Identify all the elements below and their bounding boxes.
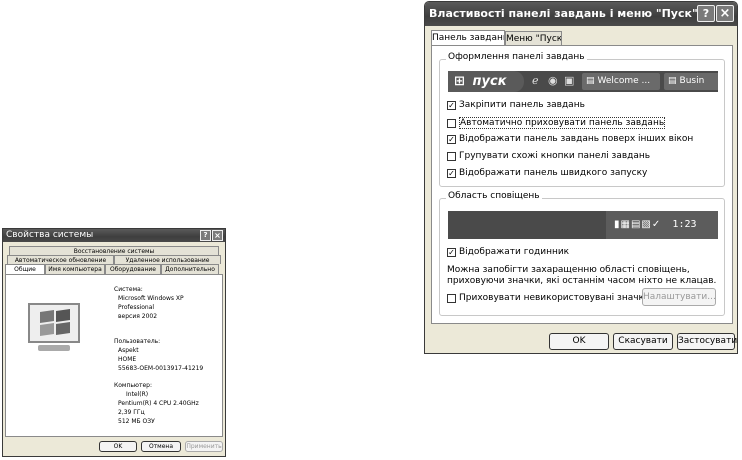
document-icon: ▤ — [668, 76, 677, 86]
lock-taskbar-checkbox[interactable]: ✓ Закріпити панель завдань — [447, 100, 585, 110]
computer-line: Pentium(R) 4 CPU 2.40GHz — [118, 400, 199, 407]
checkbox-box[interactable]: ✓ — [447, 100, 456, 110]
browser-icon: ℯ — [532, 74, 539, 87]
messenger-icon: ▣ — [564, 74, 575, 87]
document-icon: ▤ — [586, 76, 595, 86]
monitor-stand — [38, 345, 70, 351]
notification-description: Можна запобігти захаращенню області спов… — [447, 265, 717, 286]
user-line: 55683-OEM-0013917-41219 — [118, 365, 204, 372]
tray-preview: ▮▦▤▧✓ 1:23 — [448, 211, 718, 239]
checkbox-box[interactable] — [447, 118, 456, 128]
user-line: Aspekt — [118, 347, 139, 354]
appearance-group: Оформлення панелі завдань ⊞ пуск ℯ ◉ ▣ ▤… — [439, 52, 725, 187]
quick-launch-checkbox[interactable]: ✓ Відображати панель швидкого запуску — [447, 168, 647, 178]
taskbar-preview: ⊞ пуск ℯ ◉ ▣ ▤ Welcome ... ▤ Busin — [448, 71, 718, 92]
ok-button[interactable]: OK — [549, 333, 609, 350]
help-button[interactable]: ? — [200, 230, 211, 241]
computer-line: Intel(R) — [126, 391, 149, 398]
system-line: Professional — [118, 304, 155, 311]
customize-button[interactable]: Налаштувати... — [642, 288, 716, 306]
system-line: Microsoft Windows XP — [118, 295, 184, 302]
checkbox-box[interactable]: ✓ — [447, 134, 456, 144]
notification-group: Область сповіщень ▮▦▤▧✓ 1:23 ✓ Відображат… — [439, 191, 725, 316]
checkbox-box[interactable]: ✓ — [447, 168, 456, 178]
start-button-preview: ⊞ пуск — [448, 71, 524, 92]
title-bar: Властивості панелі завдань і меню "Пуск" — [425, 2, 737, 26]
computer-line: 512 МБ ОЗУ — [118, 418, 155, 425]
taskbar-panel: Оформлення панелі завдань ⊞ пуск ℯ ◉ ▣ ▤… — [431, 45, 733, 324]
tab-advanced[interactable]: Дополнительно — [161, 264, 219, 274]
show-clock-checkbox[interactable]: ✓ Відображати годинник — [447, 247, 569, 257]
user-line: HOME — [118, 356, 137, 363]
close-button[interactable]: × — [212, 230, 223, 241]
tab-remote[interactable]: Удаленное использование — [114, 255, 221, 264]
tab-automatic-updates[interactable]: Автоматическое обновление — [7, 255, 114, 264]
tab-start-menu[interactable]: Меню "Пуск" — [505, 31, 562, 46]
user-heading: Пользователь: — [114, 338, 161, 345]
tray-area: ▮▦▤▧✓ 1:23 — [606, 211, 718, 239]
task-button-preview: ▤ Busin — [664, 73, 718, 90]
checkbox-box[interactable] — [447, 151, 456, 161]
tray-icons: ▮▦▤▧✓ — [614, 219, 662, 230]
start-label: пуск — [472, 74, 507, 89]
apply-button[interactable]: Застосувати — [677, 333, 737, 350]
system-heading: Система: — [114, 286, 143, 293]
autohide-checkbox[interactable]: Автоматично приховувати панель завдань — [447, 117, 666, 129]
tab-general[interactable]: Общие — [5, 264, 45, 274]
checkbox-box[interactable]: ✓ — [447, 247, 456, 257]
group-buttons-checkbox[interactable]: Групувати схожі кнопки панелі завдань — [447, 151, 650, 161]
windows-flag-icon: ⊞ — [454, 74, 465, 89]
tab-taskbar[interactable]: Панель завдань — [431, 30, 505, 46]
media-icon: ◉ — [548, 74, 558, 87]
computer-heading: Компьютер: — [114, 382, 152, 389]
clock-label: 1:23 — [672, 219, 697, 230]
apply-button[interactable]: Применить — [185, 441, 223, 452]
tab-system-restore[interactable]: Восстановление системы — [9, 246, 219, 255]
windows-logo-icon — [28, 303, 80, 343]
tab-computer-name[interactable]: Имя компьютера — [45, 264, 105, 274]
system-line: версия 2002 — [118, 313, 158, 320]
cancel-button[interactable]: Скасувати — [613, 333, 673, 350]
checkbox-box[interactable] — [447, 293, 456, 303]
taskbar-properties-window: Властивості панелі завдань і меню "Пуск"… — [424, 1, 738, 354]
system-properties-window: Свойства системы ? × Восстановление сист… — [2, 228, 226, 457]
title-bar: Свойства системы — [3, 229, 225, 242]
cancel-button[interactable]: Отмена — [141, 441, 181, 452]
window-title: Властивості панелі завдань і меню "Пуск" — [429, 7, 698, 20]
help-button[interactable]: ? — [697, 5, 715, 22]
window-title: Свойства системы — [6, 230, 94, 240]
close-button[interactable]: × — [716, 5, 734, 22]
ok-button[interactable]: OK — [99, 441, 137, 452]
computer-line: 2,39 ГГц — [118, 409, 145, 416]
appearance-legend: Оформлення панелі завдань — [446, 52, 587, 62]
notification-legend: Область сповіщень — [446, 191, 542, 201]
general-panel: Система: Microsoft Windows XP Profession… — [5, 274, 223, 437]
hide-icons-checkbox[interactable]: Приховувати невикористовувані значки — [447, 293, 650, 303]
task-button-preview: ▤ Welcome ... — [582, 73, 660, 90]
on-top-checkbox[interactable]: ✓ Відображати панель завдань поверх інших… — [447, 134, 693, 144]
tab-hardware[interactable]: Оборудование — [105, 264, 161, 274]
